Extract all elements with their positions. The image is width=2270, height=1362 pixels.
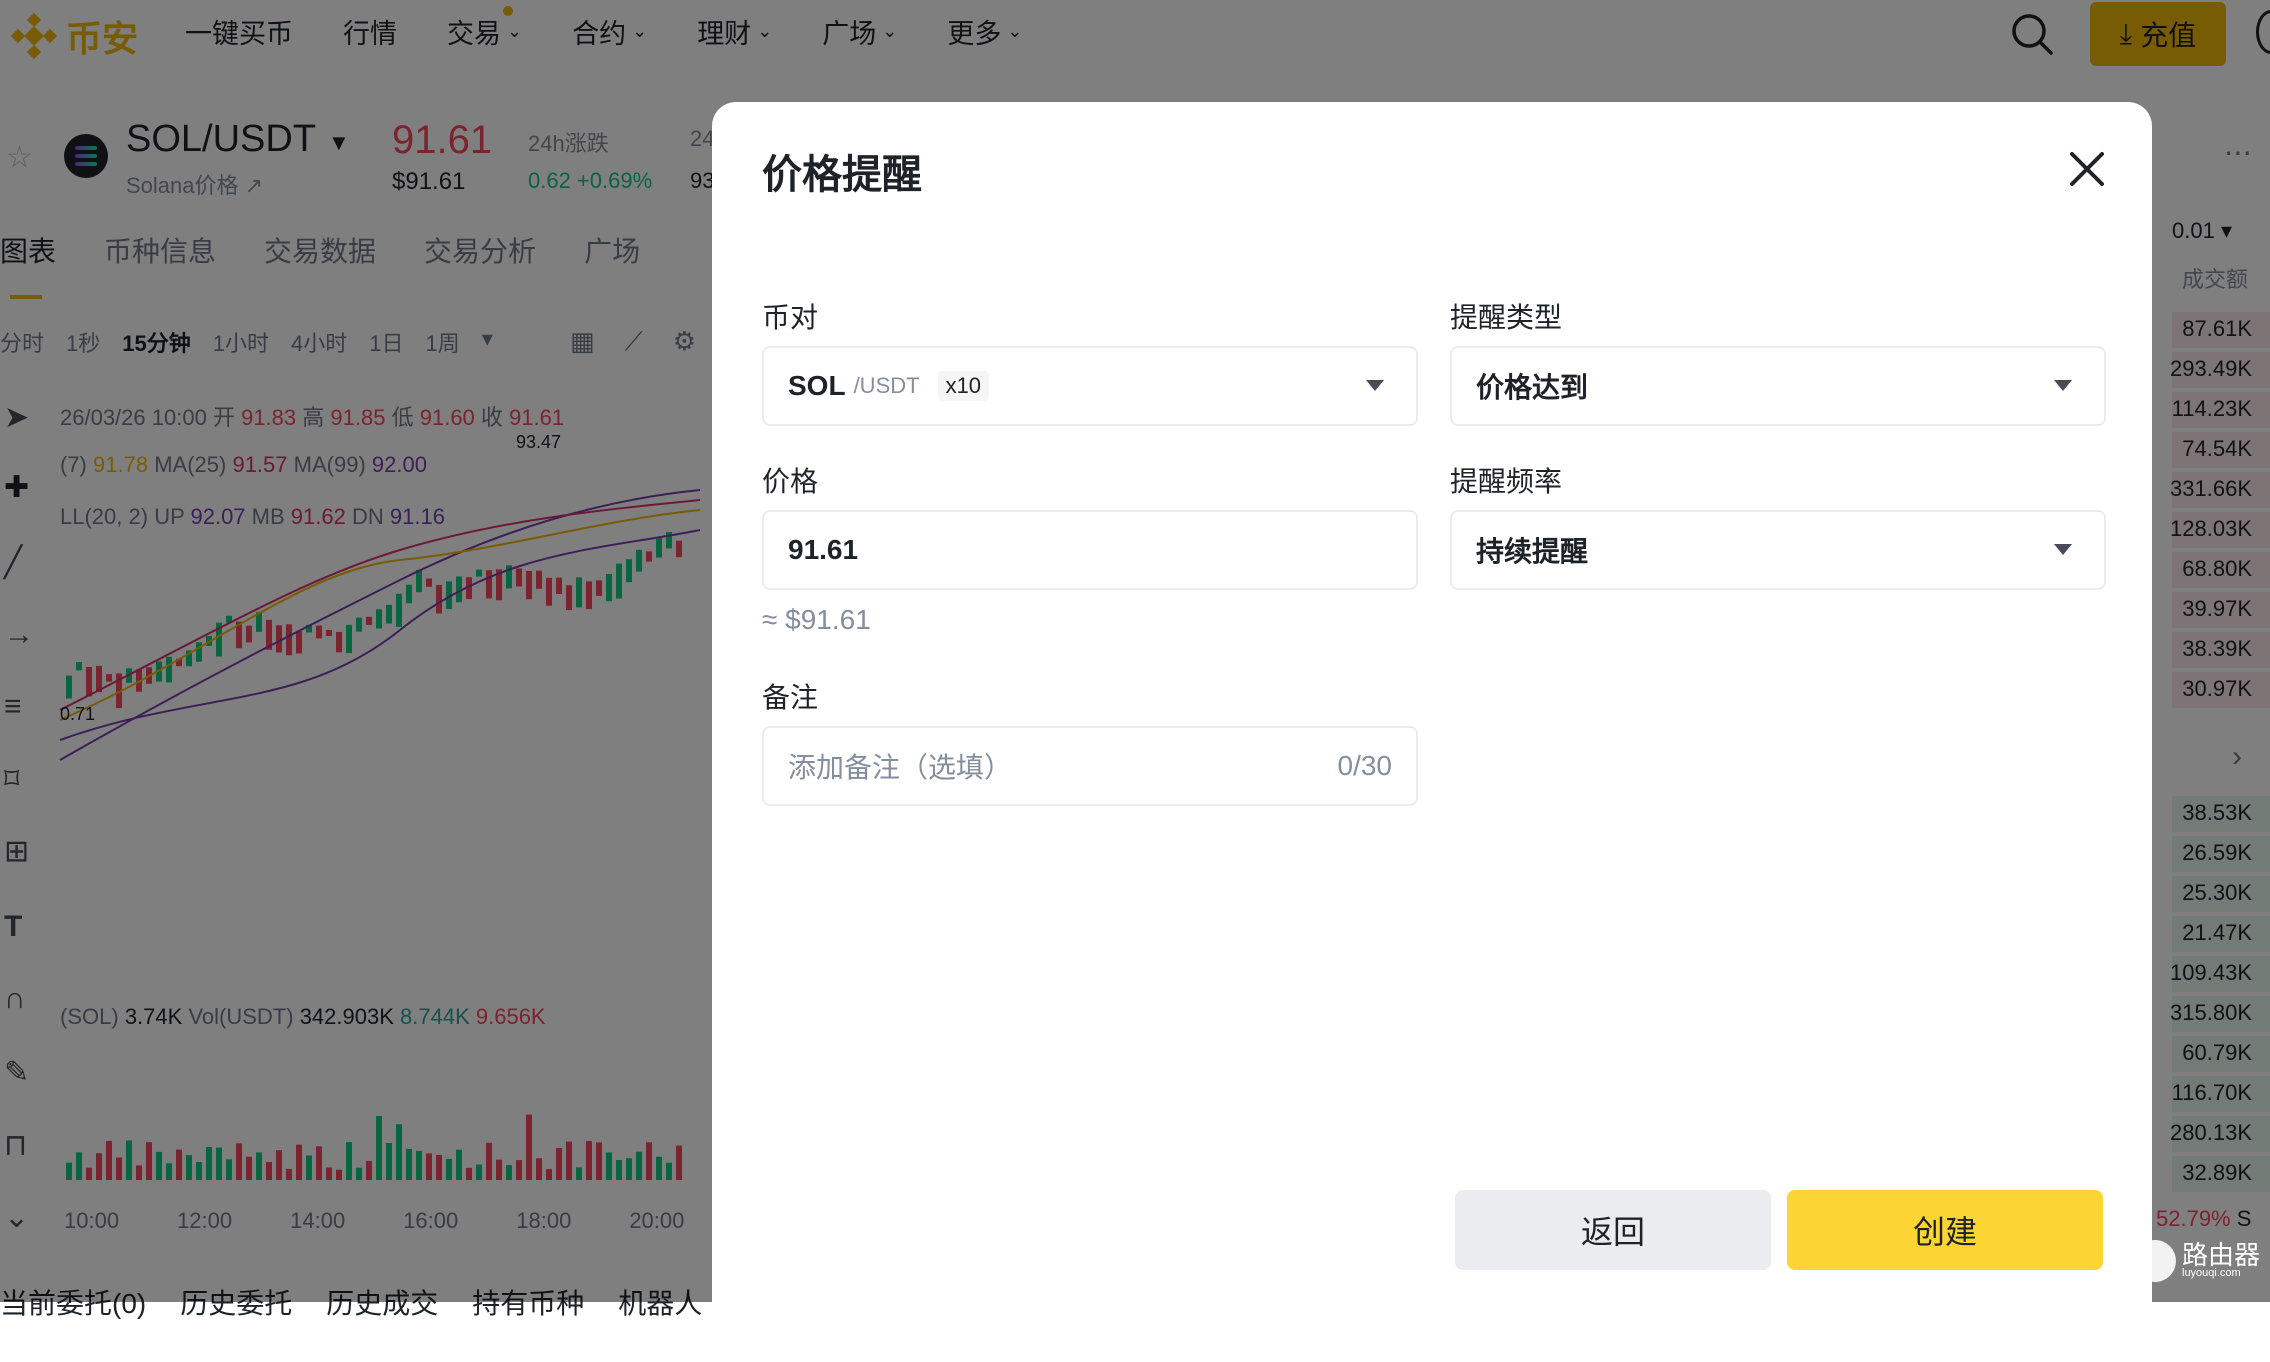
note-field-label: 备注: [762, 682, 819, 713]
close-icon[interactable]: [2062, 144, 2112, 194]
note-placeholder: 添加备注（选填）: [788, 752, 1013, 783]
price-input-value: 91.61: [788, 534, 859, 565]
price-field-label: 价格: [762, 466, 819, 497]
alert-type-select[interactable]: 价格达到: [1450, 346, 2106, 426]
watermark-text: 路由器: [2182, 1240, 2261, 1270]
router-logo-icon: [2134, 1240, 2176, 1282]
frequency-value: 持续提醒: [1476, 536, 1589, 567]
frequency-label: 提醒频率: [1450, 466, 1563, 497]
pair-select[interactable]: SOL /USDT x10: [762, 346, 1418, 426]
leverage-badge: x10: [937, 371, 990, 401]
pair-field-label: 币对: [762, 302, 819, 333]
note-char-counter: 0/30: [1337, 750, 1393, 781]
caret-down-icon: [1366, 380, 1384, 391]
note-input[interactable]: 添加备注（选填） 0/30: [762, 726, 1418, 806]
frequency-select[interactable]: 持续提醒: [1450, 510, 2106, 590]
price-input[interactable]: 91.61: [762, 510, 1418, 590]
pair-quote: /USDT: [853, 373, 920, 398]
dialog-title: 价格提醒: [762, 153, 922, 197]
alert-type-value: 价格达到: [1476, 372, 1589, 403]
price-alert-dialog: 价格提醒 币对 SOL /USDT x10 提醒类型 价格达到 价格 91.61…: [712, 102, 2152, 1362]
caret-down-icon: [2054, 380, 2072, 391]
alert-type-label: 提醒类型: [1450, 302, 1563, 333]
price-approx-usd: ≈ $91.61: [762, 604, 871, 635]
create-button[interactable]: 创建: [1787, 1190, 2103, 1270]
back-button[interactable]: 返回: [1455, 1190, 1771, 1270]
pair-base: SOL: [788, 370, 846, 401]
watermark: 路由器 luyouqi.com: [2134, 1240, 2260, 1282]
caret-down-icon: [2054, 544, 2072, 555]
